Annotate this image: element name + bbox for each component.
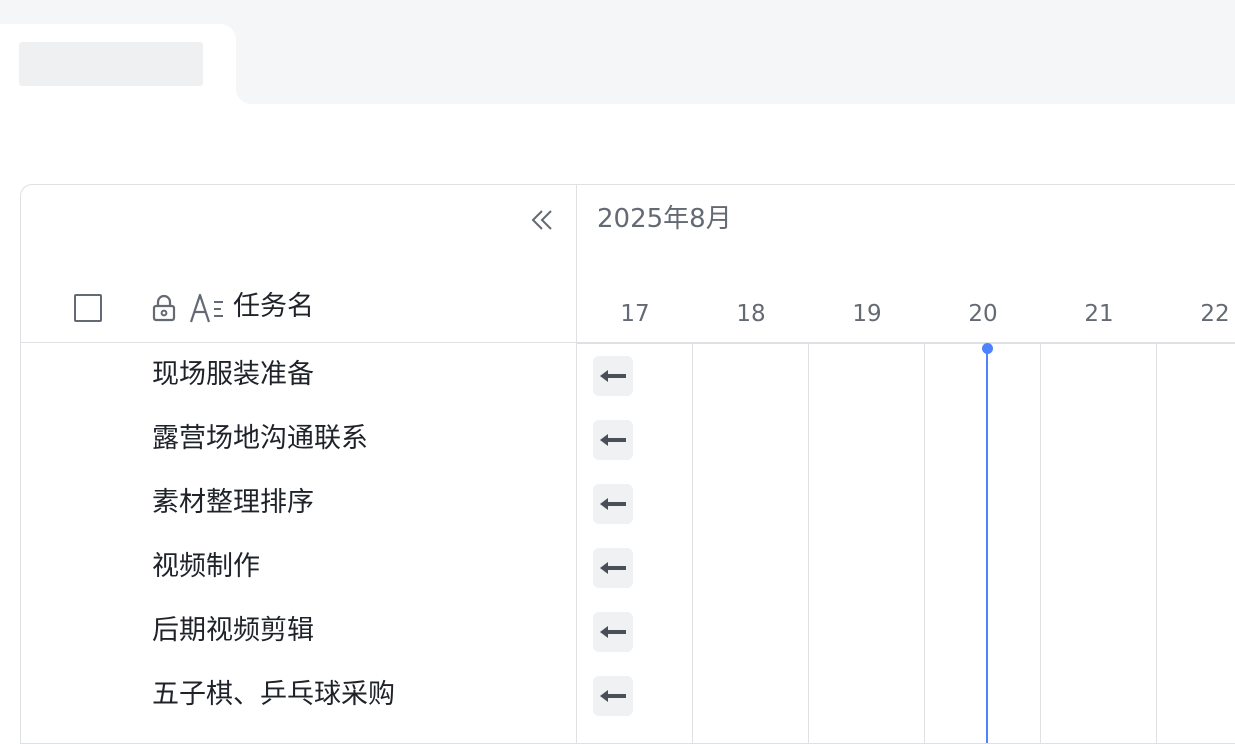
scroll-to-task-button[interactable] — [593, 548, 633, 588]
task-row[interactable]: 视频制作 — [21, 535, 577, 599]
tab-title-placeholder — [19, 42, 203, 86]
day-label: 20 — [968, 301, 998, 327]
task-name: 后期视频剪辑 — [152, 615, 314, 646]
top-bar — [0, 0, 1235, 104]
task-name: 五子棋、乒乓球采购 — [152, 679, 395, 710]
arrow-left-icon — [600, 690, 626, 702]
lock-icon — [152, 294, 176, 322]
today-marker-line — [986, 348, 988, 743]
arrow-left-icon — [600, 498, 626, 510]
day-label: 18 — [736, 301, 766, 327]
gantt-view: 任务名 现场服装准备 露营场地沟通联系 素材整理排序 视频制作 后期视频剪辑 五… — [20, 184, 1235, 744]
day-column — [1157, 343, 1235, 743]
day-column — [693, 343, 809, 743]
active-tab[interactable] — [0, 24, 252, 104]
task-row[interactable]: 现场服装准备 — [21, 343, 577, 407]
scroll-to-task-button[interactable] — [593, 612, 633, 652]
task-list-header: 任务名 — [21, 185, 576, 343]
day-column — [809, 343, 925, 743]
task-row[interactable]: 露营场地沟通联系 — [21, 407, 577, 471]
task-name: 素材整理排序 — [152, 487, 314, 518]
task-row[interactable]: 素材整理排序 — [21, 471, 577, 535]
collapse-panel-button[interactable] — [527, 205, 557, 235]
task-list-pane: 任务名 现场服装准备 露营场地沟通联系 素材整理排序 视频制作 后期视频剪辑 五… — [21, 185, 577, 743]
arrow-left-icon — [600, 370, 626, 382]
text-field-icon — [189, 293, 223, 323]
arrow-left-icon — [600, 434, 626, 446]
task-row[interactable]: 后期视频剪辑 — [21, 599, 577, 663]
day-label: 19 — [852, 301, 882, 327]
scroll-to-task-button[interactable] — [593, 356, 633, 396]
scroll-to-task-button[interactable] — [593, 420, 633, 460]
task-name: 露营场地沟通联系 — [152, 423, 368, 454]
select-all-checkbox[interactable] — [74, 294, 102, 322]
day-label: 22 — [1200, 301, 1230, 327]
task-name: 视频制作 — [152, 551, 260, 582]
arrow-left-icon — [600, 562, 626, 574]
arrow-left-icon — [600, 626, 626, 638]
task-name-column-header[interactable]: 任务名 — [233, 289, 314, 325]
day-column — [925, 343, 1041, 743]
scroll-to-task-button[interactable] — [593, 484, 633, 524]
day-label: 21 — [1084, 301, 1114, 327]
scroll-to-task-button[interactable] — [593, 676, 633, 716]
task-name: 现场服装准备 — [152, 359, 314, 390]
month-label: 2025年8月 — [597, 204, 732, 234]
task-row[interactable]: 五子棋、乒乓球采购 — [21, 663, 577, 727]
day-label: 17 — [620, 301, 650, 327]
timeline-pane: 2025年8月 17 18 19 20 21 22 — [577, 185, 1235, 743]
day-column — [1041, 343, 1157, 743]
double-chevron-left-icon — [531, 210, 552, 230]
